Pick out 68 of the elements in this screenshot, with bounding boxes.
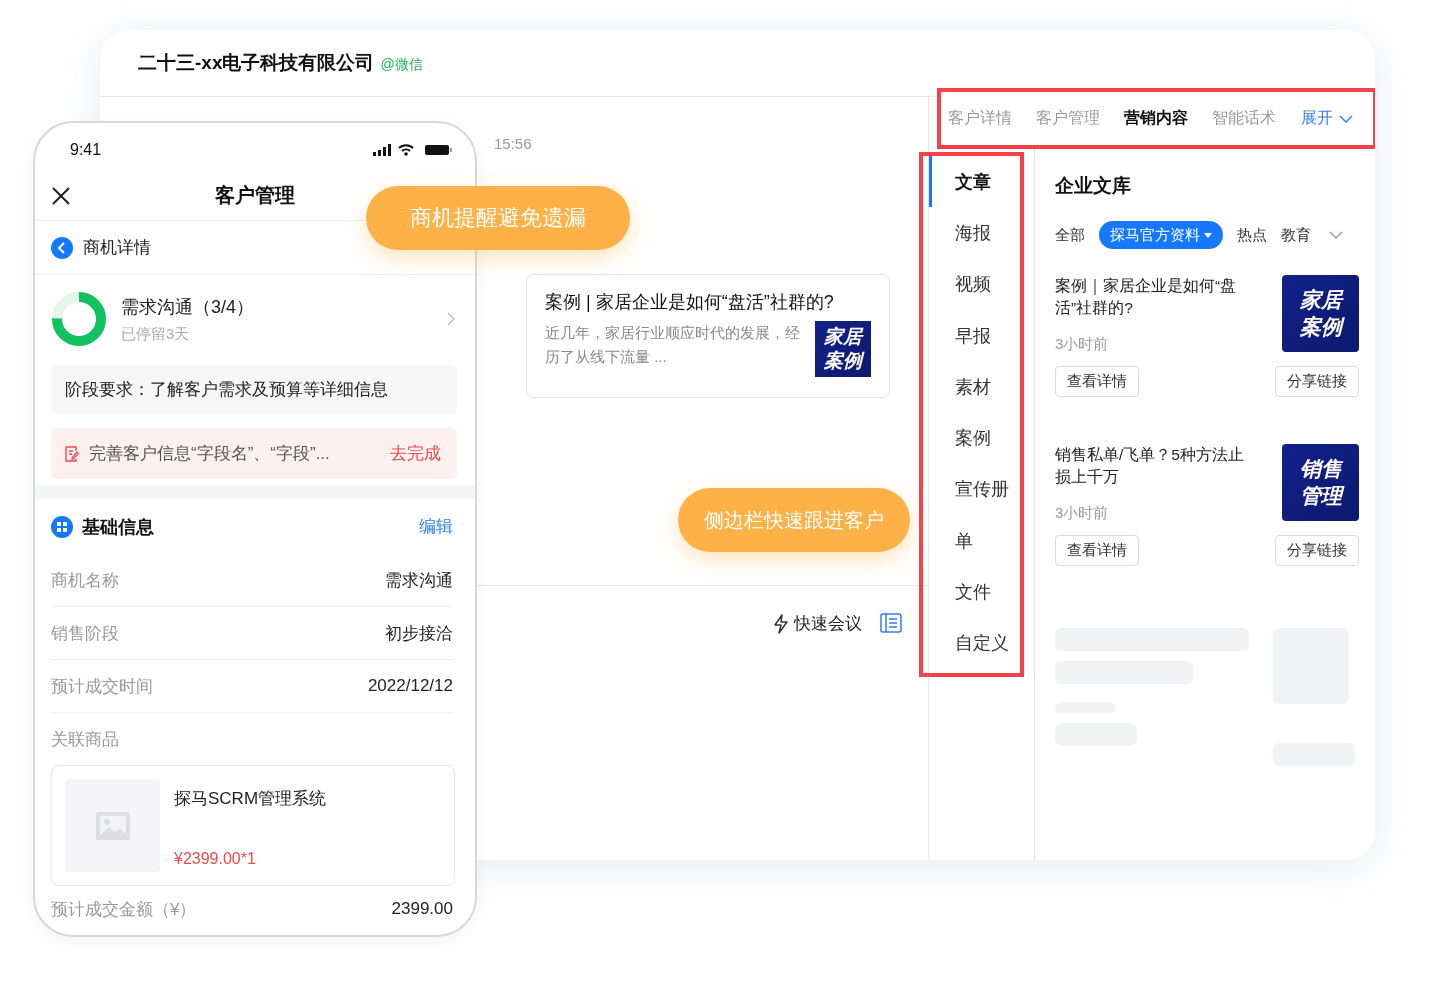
channel-label: @微信 bbox=[380, 55, 423, 74]
view-details-button[interactable]: 查看详情 bbox=[1055, 535, 1139, 566]
status-time: 9:41 bbox=[70, 141, 102, 159]
field-value: 需求沟通 bbox=[385, 569, 453, 592]
callout-pill: 商机提醒避免遗漏 bbox=[366, 186, 630, 250]
product-name: 探马SCRM管理系统 bbox=[174, 788, 327, 810]
sidebar-item[interactable]: 自定义 bbox=[929, 617, 1020, 669]
share-link-button[interactable]: 分享链接 bbox=[1275, 535, 1359, 566]
library-title: 企业文库 bbox=[1055, 174, 1132, 198]
field-label: 预计成交金额（¥） bbox=[51, 898, 197, 921]
quick-meeting-button[interactable]: 快速会议 bbox=[772, 612, 862, 635]
requirement-note: 阶段要求：了解客户需求及预算等详细信息 bbox=[51, 365, 457, 414]
back-icon[interactable] bbox=[51, 236, 73, 259]
filter-chip[interactable]: 全部 bbox=[1055, 221, 1085, 249]
chevron-down-icon[interactable] bbox=[1329, 230, 1343, 240]
article-thumbnail: 家居 案例 bbox=[815, 321, 871, 377]
field-label: 销售阶段 bbox=[51, 622, 119, 645]
filter-chip[interactable]: 热点 bbox=[1237, 221, 1267, 249]
stay-duration: 已停留3天 bbox=[121, 324, 191, 344]
page-heading: 商机详情 bbox=[83, 237, 151, 259]
sidebar-item[interactable]: 素材 bbox=[929, 361, 1020, 413]
sidebar-item[interactable]: 文章 bbox=[929, 156, 1020, 208]
field-label: 预计成交时间 bbox=[51, 675, 153, 698]
article-thumbnail: 家居 案例 bbox=[1282, 275, 1359, 352]
field-value: 2399.00 bbox=[391, 899, 453, 919]
edit-link[interactable]: 编辑 bbox=[419, 515, 453, 538]
article-title: 案例 | 家居企业是如何“盘活”社群的? bbox=[545, 291, 835, 314]
close-icon[interactable] bbox=[52, 186, 70, 205]
field-value: 2022/12/12 bbox=[367, 676, 453, 696]
article-card[interactable]: 案例 | 家居企业是如何“盘活”社群的? 近几年，家居行业顺应时代的发展，经历了从线下流量 ... 家居 案例 bbox=[526, 274, 890, 398]
expand-button[interactable]: 展开 bbox=[1301, 108, 1353, 129]
field-value: 初步接洽 bbox=[385, 622, 453, 645]
edit-icon bbox=[65, 445, 79, 462]
field-label: 商机名称 bbox=[51, 569, 119, 592]
panel-tab[interactable]: 营销内容 bbox=[1124, 108, 1188, 129]
article-time: 3小时前 bbox=[1055, 504, 1110, 523]
message-time: 15:56 bbox=[494, 135, 533, 152]
stage-name: 需求沟通（3/4） bbox=[121, 295, 256, 319]
callout-pill: 侧边栏快速跟进客户 bbox=[678, 488, 910, 552]
product-card[interactable]: 探马SCRM管理系统 ¥2399.00*1 bbox=[51, 765, 455, 886]
product-price: ¥2399.00*1 bbox=[174, 850, 257, 868]
sidebar-item[interactable]: 宣传册 bbox=[929, 463, 1020, 516]
grid-icon bbox=[51, 515, 73, 538]
filter-chip[interactable]: 教育 bbox=[1281, 221, 1311, 249]
image-placeholder-icon bbox=[65, 779, 160, 872]
sidebar-item[interactable]: 文件 bbox=[929, 566, 1020, 618]
filter-chip[interactable]: 探马官方资料 bbox=[1099, 221, 1223, 249]
section-title: 基础信息 bbox=[82, 515, 155, 539]
article-title: 案例｜家居企业是如何“盘活”社群的? bbox=[1055, 276, 1238, 318]
screen-title: 客户管理 bbox=[215, 183, 295, 208]
list-icon[interactable] bbox=[880, 613, 902, 633]
sidebar-item[interactable]: 视频 bbox=[929, 258, 1020, 310]
sidebar-item[interactable]: 单 bbox=[929, 515, 1020, 567]
article-summary: 近几年，家居行业顺应时代的发展，经历了从线下流量 ... bbox=[545, 323, 801, 367]
field-label: 关联商品 bbox=[51, 728, 119, 751]
article-thumbnail: 销售 管理 bbox=[1282, 444, 1359, 521]
chevron-down-icon bbox=[1339, 113, 1353, 124]
company-name: 二十三-xx电子科技有限公司 bbox=[138, 51, 375, 75]
sidebar-item[interactable]: 海报 bbox=[929, 207, 1020, 259]
sidebar-item[interactable]: 早报 bbox=[929, 309, 1020, 362]
article-time: 3小时前 bbox=[1055, 335, 1110, 354]
share-link-button[interactable]: 分享链接 bbox=[1275, 366, 1359, 397]
task-text: 完善客户信息“字段名”、“字段”... bbox=[89, 443, 331, 465]
article-title: 销售私单/飞单？5种方法止损上千万 bbox=[1055, 445, 1245, 487]
sidebar-item[interactable]: 案例 bbox=[929, 412, 1020, 464]
lightning-icon bbox=[772, 613, 790, 634]
view-details-button[interactable]: 查看详情 bbox=[1055, 366, 1139, 397]
chevron-right-icon[interactable] bbox=[447, 312, 455, 326]
